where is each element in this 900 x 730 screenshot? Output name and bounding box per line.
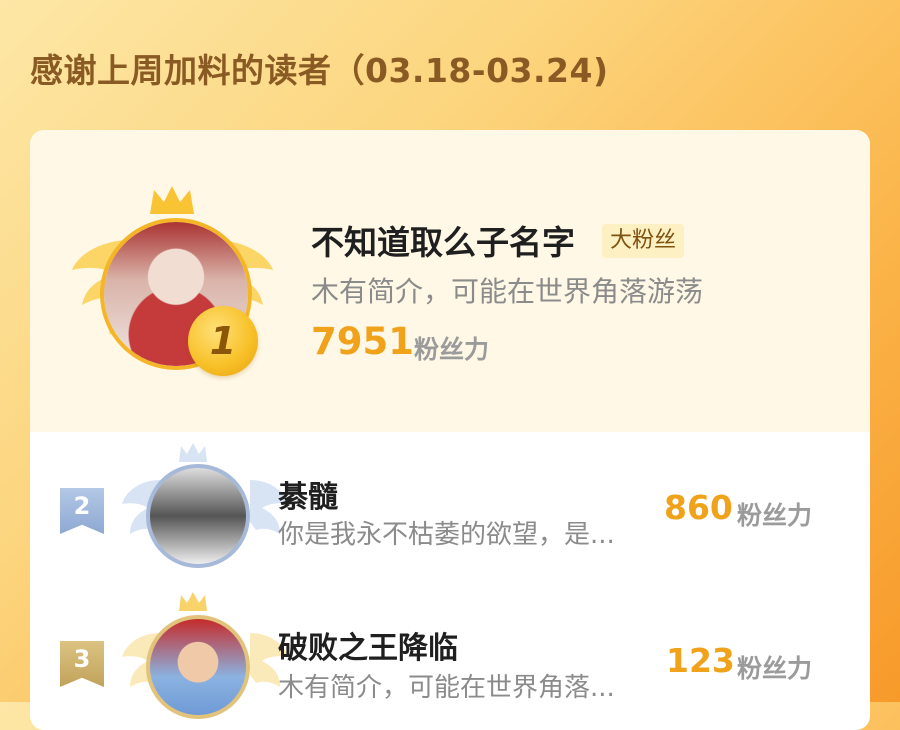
fan-power-unit: 粉丝力: [737, 654, 813, 683]
list-item[interactable]: 3 破败之王降临 木有简介，可能在世界角落... 123 粉丝力: [30, 585, 870, 725]
fan-power-value: 7951: [311, 320, 414, 363]
reader-name[interactable]: 綦髓: [278, 472, 338, 516]
reader-name[interactable]: 破败之王降临: [278, 623, 458, 667]
avatar[interactable]: [146, 615, 250, 719]
fan-power-value: 123: [666, 641, 735, 680]
avatar[interactable]: [146, 464, 250, 568]
fan-power-unit: 粉丝力: [737, 501, 813, 530]
fan-power-value: 860: [664, 488, 733, 527]
reader-bio: 木有简介，可能在世界角落...: [278, 673, 615, 703]
rank-medal-icon: 1: [188, 306, 258, 376]
ranking-panel: 1 不知道取么子名字 大粉丝 木有简介，可能在世界角落游荡 7951 粉丝力 2…: [30, 130, 870, 730]
reader-bio: 你是我永不枯萎的欲望，是...: [278, 520, 615, 550]
page-title: 感谢上周加料的读者（03.18-03.24): [30, 51, 609, 90]
rank-flag-icon: 3: [60, 641, 104, 687]
reader-bio: 木有简介，可能在世界角落游荡: [311, 275, 704, 308]
crown-icon: [179, 592, 207, 611]
fan-power-unit: 粉丝力: [414, 335, 490, 364]
reader-name[interactable]: 不知道取么子名字: [311, 216, 575, 264]
crown-icon: [150, 186, 194, 214]
fan-level-badge: 大粉丝: [602, 224, 685, 258]
crown-icon: [179, 443, 207, 462]
top-reader-card[interactable]: 1 不知道取么子名字 大粉丝 木有简介，可能在世界角落游荡 7951 粉丝力: [30, 130, 870, 432]
list-item[interactable]: 2 綦髓 你是我永不枯萎的欲望，是... 860 粉丝力: [30, 432, 870, 572]
rank-flag-icon: 2: [60, 488, 104, 534]
